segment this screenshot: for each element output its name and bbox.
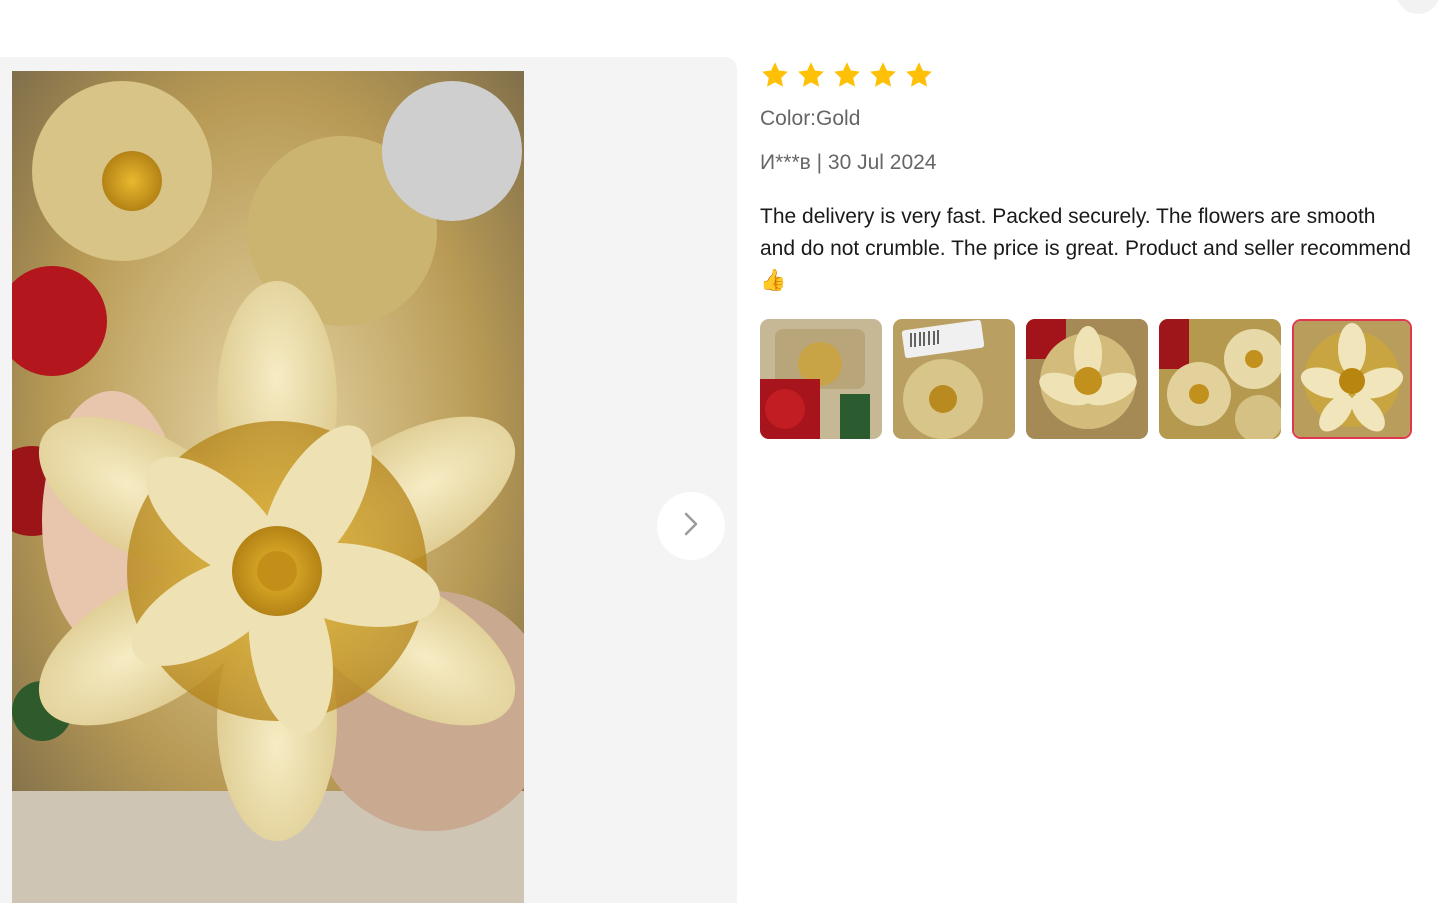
- thumbnail-2[interactable]: [893, 319, 1015, 439]
- chevron-right-icon: [681, 510, 701, 543]
- star-icon: [868, 60, 898, 90]
- star-icon: [904, 60, 934, 90]
- star-icon: [796, 60, 826, 90]
- review-panel: Color:Gold И***в | 30 Jul 2024 The deliv…: [760, 58, 1420, 439]
- thumbnail-strip: [760, 319, 1420, 439]
- review-text: The delivery is very fast. Packed secure…: [760, 205, 1411, 292]
- thumbnail-5-selected[interactable]: [1292, 319, 1412, 439]
- thumbnail-3[interactable]: [1026, 319, 1148, 439]
- star-icon: [832, 60, 862, 90]
- product-variant: Color:Gold: [760, 107, 861, 130]
- next-image-button[interactable]: [657, 492, 725, 560]
- star-icon: [760, 60, 790, 90]
- review-author-date: И***в | 30 Jul 2024: [760, 151, 937, 174]
- media-viewer: [0, 57, 737, 903]
- close-button[interactable]: [1396, 0, 1440, 14]
- thumbnail-4[interactable]: [1159, 319, 1281, 439]
- thumbnail-1[interactable]: [760, 319, 882, 439]
- main-review-photo: [12, 71, 524, 903]
- star-rating: [760, 58, 1420, 92]
